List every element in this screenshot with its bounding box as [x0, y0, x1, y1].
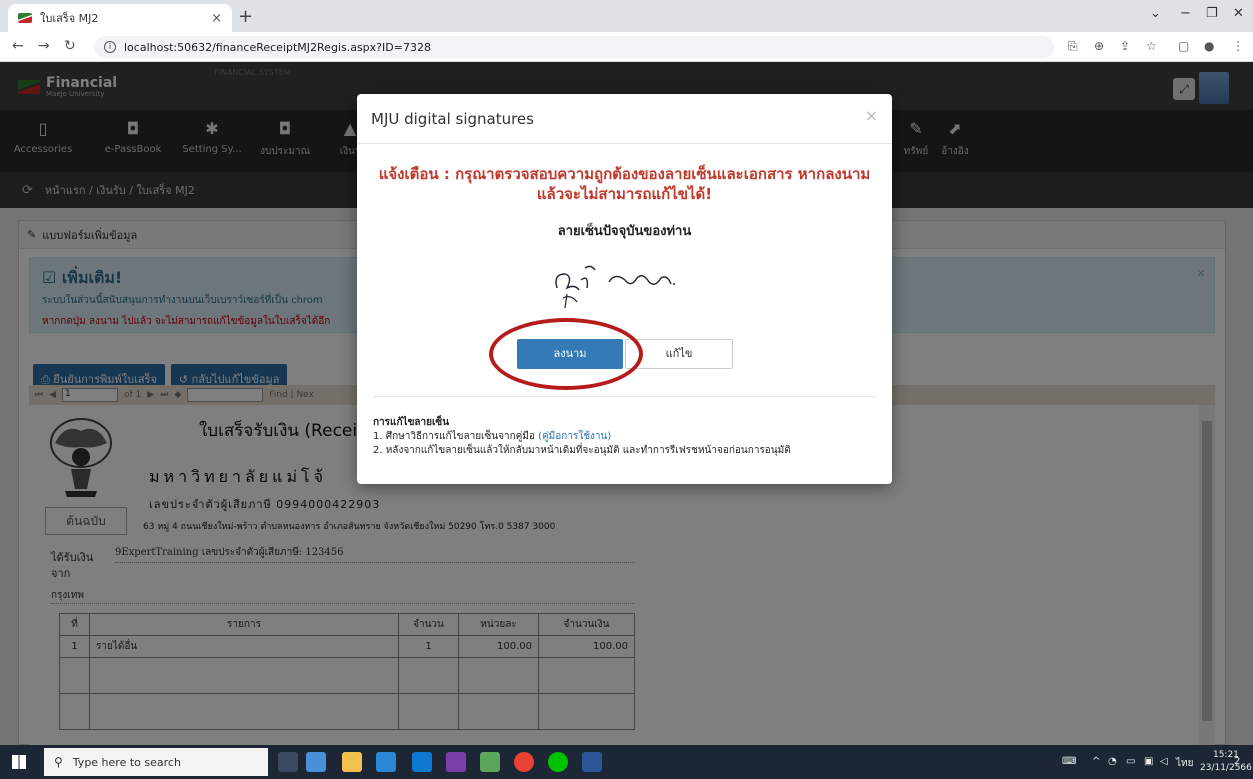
clock-date: 23/11/2566: [1200, 763, 1252, 773]
clock-time: 15:21: [1212, 750, 1239, 760]
translate-icon[interactable]: ⎘: [1068, 39, 1078, 54]
taskbar: ⚲ Type here to search ⌨ ^ ◔ ▭ ▣ ◁ ไทย 15…: [0, 745, 1253, 779]
store-icon[interactable]: [376, 752, 396, 772]
windows-start-icon[interactable]: [12, 755, 26, 769]
display-icon[interactable]: ▣: [1144, 756, 1153, 767]
battery-icon[interactable]: ▭: [1126, 756, 1135, 767]
note-2: 2. หลังจากแก้ไขลายเซ็นแล้วให้กลับมาหน้าเ…: [373, 445, 791, 456]
close-tab-icon[interactable]: ×: [211, 11, 222, 26]
sidepanel-icon[interactable]: ▢: [1178, 39, 1189, 53]
manual-link[interactable]: (คู่มือการใช้งาน): [538, 431, 611, 442]
new-tab-icon[interactable]: +: [238, 6, 253, 27]
browser-tab-bar: ใบเสร็จ MJ2 × + ⌄ − ❐ ✕: [0, 0, 1253, 32]
tab-title: ใบเสร็จ MJ2: [40, 12, 99, 25]
back-icon[interactable]: ←: [12, 38, 24, 54]
reload-icon[interactable]: ↻: [64, 38, 76, 54]
tab-search-icon[interactable]: ⌄: [1150, 6, 1161, 21]
warning-text: แจ้งเตือน : กรุณาตรวจสอบความถูกต้องของลา…: [378, 165, 871, 203]
close-window-icon[interactable]: ✕: [1233, 6, 1244, 21]
modal-title: MJU digital signatures: [357, 94, 892, 144]
search-icon: ⚲: [54, 755, 63, 769]
info-icon[interactable]: i: [104, 41, 116, 53]
signature-modal: MJU digital signatures × แจ้งเตือน : กรุ…: [357, 94, 892, 484]
clock[interactable]: 15:21 23/11/2566: [1200, 749, 1252, 775]
app-icon[interactable]: [480, 752, 500, 772]
highlight-ring: [489, 318, 643, 390]
task-view-icon[interactable]: [278, 752, 298, 772]
url-input[interactable]: i localhost:50632/financeReceiptMJ2Regis…: [94, 36, 1054, 58]
wifi-icon[interactable]: ◔: [1108, 756, 1117, 767]
menu-icon[interactable]: ⋮: [1232, 39, 1244, 53]
maximize-icon[interactable]: ❐: [1206, 6, 1218, 21]
search-placeholder: Type here to search: [72, 755, 181, 769]
current-signature-label: ลายเซ็นปัจจุบันของท่าน: [557, 224, 692, 239]
signature-notes: การแก้ไขลายเซ็น 1. ศึกษาวิธีการแก้ไขลายเ…: [373, 417, 791, 456]
line-icon[interactable]: [548, 752, 568, 772]
people-app-icon[interactable]: [306, 752, 326, 772]
keyboard-icon[interactable]: ⌨: [1062, 756, 1076, 767]
address-bar: ← → ↻ i localhost:50632/financeReceiptMJ…: [0, 32, 1253, 62]
forward-icon[interactable]: →: [38, 38, 50, 54]
word-icon[interactable]: [582, 752, 602, 772]
taskbar-search[interactable]: ⚲ Type here to search: [44, 748, 268, 776]
language-indicator[interactable]: ไทย: [1176, 756, 1193, 771]
modal-divider: [373, 396, 876, 397]
notification-badge[interactable]: 2: [1234, 756, 1240, 767]
visual-studio-icon[interactable]: [446, 752, 466, 772]
chrome-icon[interactable]: [514, 752, 534, 772]
profile-icon[interactable]: ●: [1204, 39, 1214, 53]
notes-title: การแก้ไขลายเซ็น: [373, 417, 450, 428]
mail-icon[interactable]: [412, 752, 432, 772]
signature-image: [555, 265, 675, 309]
url-text: localhost:50632/financeReceiptMJ2Regis.a…: [124, 40, 431, 54]
browser-tab[interactable]: ใบเสร็จ MJ2 ×: [8, 4, 232, 32]
close-icon[interactable]: ×: [865, 106, 878, 125]
file-explorer-icon[interactable]: [342, 752, 362, 772]
favicon-icon: [18, 13, 32, 23]
share-icon[interactable]: ⇪: [1120, 39, 1130, 53]
volume-icon[interactable]: ◁: [1160, 756, 1168, 767]
bookmark-icon[interactable]: ☆: [1146, 39, 1157, 53]
tray-arrow-icon[interactable]: ^: [1092, 756, 1100, 767]
minimize-icon[interactable]: −: [1180, 6, 1191, 21]
zoom-icon[interactable]: ⊕: [1094, 39, 1104, 53]
